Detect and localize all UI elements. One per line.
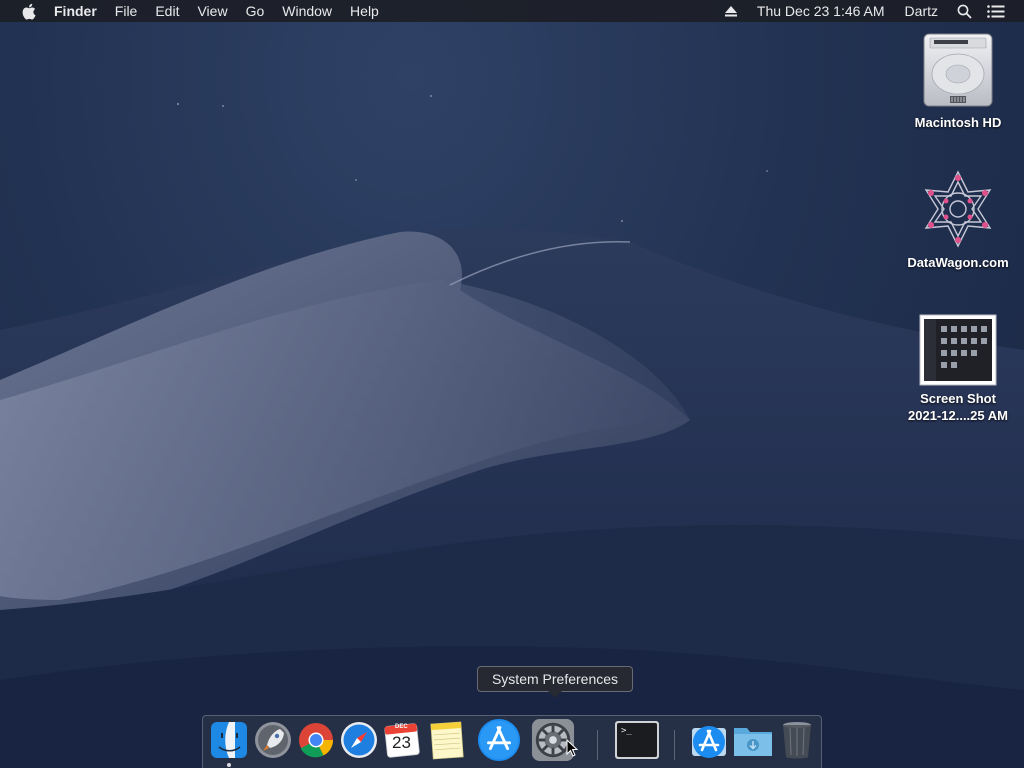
menu-bar: Finder File Edit View Go Window Help Thu… (0, 0, 1024, 22)
dock-separator (597, 730, 598, 760)
clock[interactable]: Thu Dec 23 1:46 AM (747, 0, 895, 22)
dock-tooltip: System Preferences (477, 666, 633, 698)
screenshot-thumbnail-icon (919, 314, 997, 386)
trash-icon (783, 722, 811, 759)
dock-app-store[interactable] (477, 716, 521, 764)
downloads-folder-icon (734, 728, 772, 756)
dock-separator (674, 730, 675, 760)
dock-launchpad[interactable] (251, 716, 295, 764)
desktop-icon-label: Macintosh HD (914, 115, 1002, 130)
terminal-prompt: >_ (621, 726, 632, 736)
dock-terminal[interactable]: >_ (613, 716, 661, 764)
app-store-icon (477, 718, 521, 762)
running-indicator (227, 763, 231, 767)
desktop-icon-label: Screen Shot (920, 391, 996, 406)
menu-help[interactable]: Help (341, 0, 388, 22)
dock: DEC 23 >_ (202, 715, 822, 768)
menu-app-finder[interactable]: Finder (52, 0, 106, 22)
safari-icon (341, 722, 377, 758)
dock-safari[interactable] (337, 716, 381, 764)
calendar-month: DEC (395, 724, 408, 730)
dock-downloads-folder[interactable] (731, 716, 775, 764)
dock-chrome[interactable] (294, 716, 338, 764)
dock-applications-folder[interactable] (687, 716, 731, 764)
finder-icon (211, 722, 247, 758)
desktop-icon-macintosh-hd[interactable]: Macintosh HD (893, 30, 1023, 131)
menu-window[interactable]: Window (273, 0, 341, 22)
dock-notes[interactable] (425, 716, 469, 764)
notes-icon (430, 721, 464, 760)
datawagon-mandala-icon (924, 170, 992, 248)
launchpad-icon (255, 722, 291, 758)
menu-view[interactable]: View (188, 0, 236, 22)
hard-drive-icon (923, 33, 993, 107)
desktop-icon-datawagon[interactable]: DataWagon.com (893, 168, 1023, 271)
chrome-icon (299, 723, 334, 758)
desktop-icon-label: 2021-12....25 AM (908, 408, 1008, 423)
desktop-icon-label: DataWagon.com (907, 255, 1009, 270)
apple-menu-icon[interactable] (18, 0, 38, 22)
dock-system-preferences[interactable] (531, 716, 578, 764)
spotlight-search-icon[interactable] (954, 0, 974, 22)
dock-calendar[interactable]: DEC 23 (380, 716, 424, 764)
mouse-cursor-icon (566, 739, 578, 757)
dock-finder[interactable] (207, 716, 251, 764)
user-name[interactable]: Dartz (895, 0, 948, 22)
menu-go[interactable]: Go (237, 0, 274, 22)
wallpaper-dunes (0, 95, 1024, 768)
desktop-icon-screenshot[interactable]: Screen Shot 2021-12....25 AM (893, 314, 1023, 424)
calendar-day: 23 (392, 733, 411, 752)
dock-trash[interactable] (775, 716, 819, 764)
menu-edit[interactable]: Edit (146, 0, 188, 22)
menu-file[interactable]: File (106, 0, 147, 22)
desktop: Finder File Edit View Go Window Help Thu… (0, 0, 1024, 768)
applications-folder-icon (692, 726, 726, 758)
notification-center-icon[interactable] (986, 0, 1006, 22)
eject-icon[interactable] (721, 0, 741, 22)
